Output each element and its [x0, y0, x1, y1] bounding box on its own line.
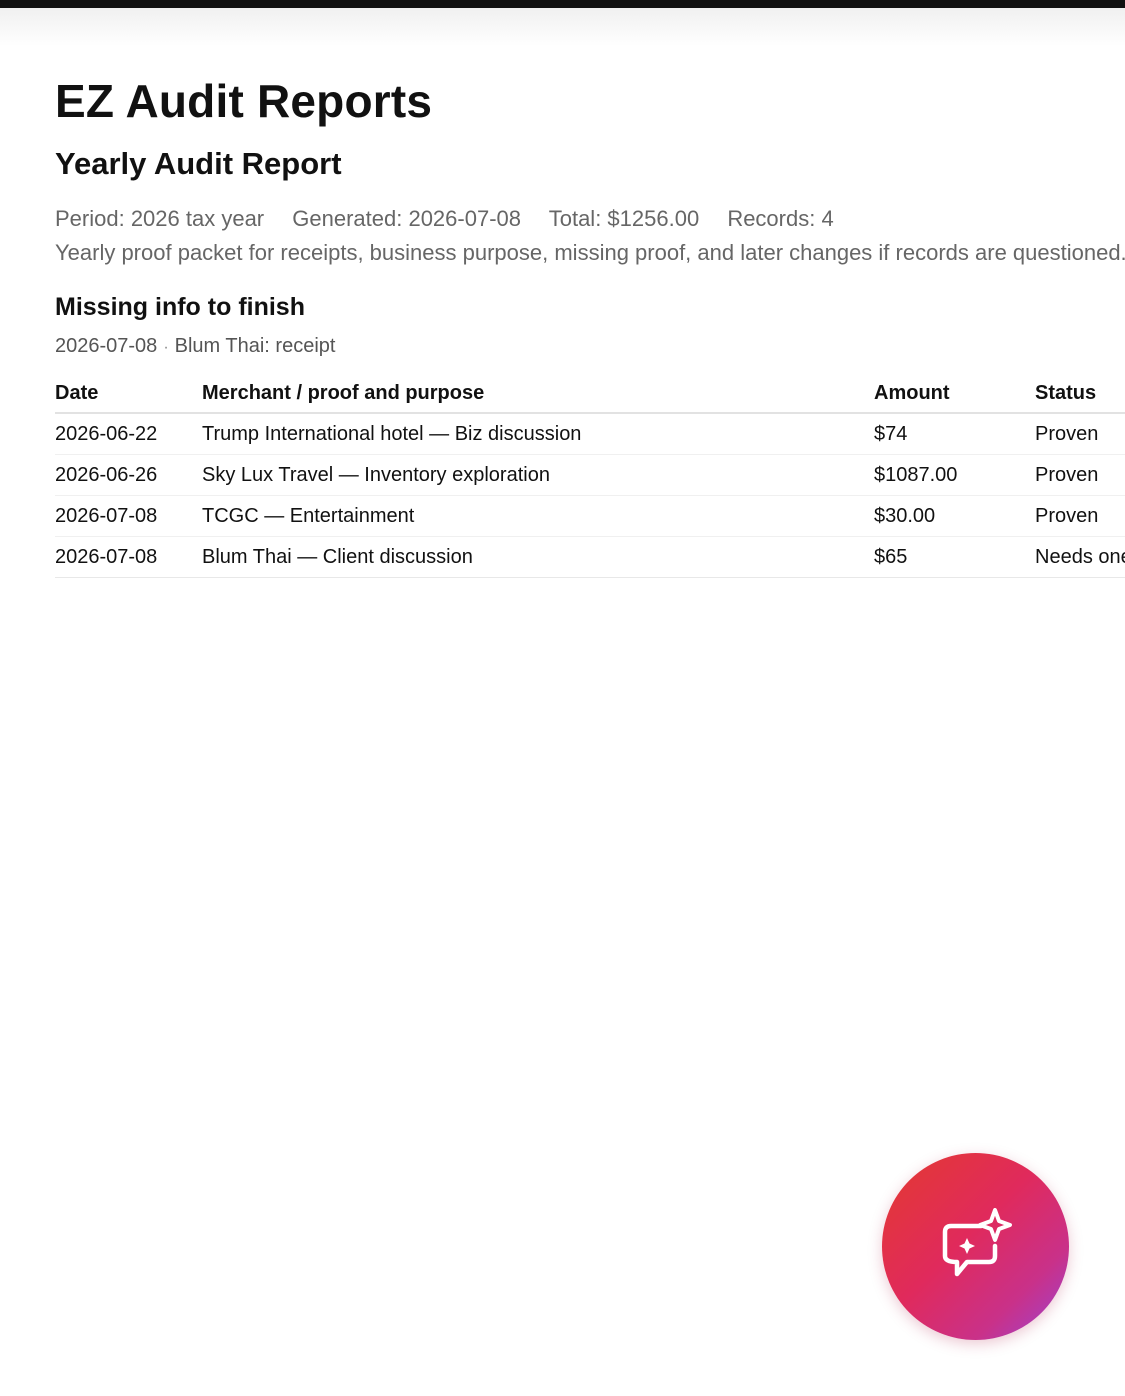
cell-status: Proven	[1035, 495, 1125, 537]
cell-date: 2026-06-22	[55, 413, 202, 455]
missing-info-separator: ·	[163, 339, 169, 356]
report-meta: Period: 2026 tax year Generated: 2026-07…	[55, 204, 1125, 234]
cell-status: Proven	[1035, 454, 1125, 496]
cell-amount: $30.00	[874, 495, 1035, 537]
missing-info-item[interactable]: 2026-07-08 · Blum Thai: receipt	[55, 332, 1125, 362]
column-header-merchant: Merchant / proof and purpose	[202, 374, 874, 414]
report-period: Period: 2026 tax year	[55, 206, 265, 231]
ai-chat-sparkle-icon	[942, 1208, 1012, 1277]
cell-merchant: Trump International hotel — Biz discussi…	[202, 413, 874, 455]
column-header-status: Status	[1035, 374, 1125, 414]
cell-date: 2026-06-26	[55, 454, 202, 496]
app-title: EZ Audit Reports	[55, 75, 433, 127]
cell-amount: $65	[874, 536, 1035, 578]
cell-date: 2026-07-08	[55, 536, 202, 578]
cell-merchant: TCGC — Entertainment	[202, 495, 874, 537]
missing-info-title: Missing info to finish	[55, 293, 305, 321]
missing-info-date: 2026-07-08	[55, 335, 158, 357]
report-records-count: Records: 4	[727, 206, 834, 231]
report-total: Total: $1256.00	[548, 206, 700, 231]
records-table: Date Merchant / proof and purpose Amount…	[55, 374, 1125, 578]
table-row[interactable]: 2026-07-08 TCGC — Entertainment $30.00 P…	[55, 495, 1125, 537]
report-generated: Generated: 2026-07-08	[292, 206, 521, 231]
table-row[interactable]: 2026-06-26 Sky Lux Travel — Inventory ex…	[55, 454, 1125, 496]
cell-status: Proven	[1035, 413, 1125, 455]
table-row[interactable]: 2026-06-22 Trump International hotel — B…	[55, 413, 1125, 455]
column-header-date: Date	[55, 374, 202, 414]
cell-status: Needs one more proof	[1035, 536, 1125, 578]
missing-info-text: Blum Thai: receipt	[174, 335, 336, 357]
report-page: EZ Audit Reports Yearly Audit Report Per…	[55, 70, 1125, 578]
cell-merchant: Sky Lux Travel — Inventory exploration	[202, 454, 874, 496]
cell-amount: $74	[874, 413, 1035, 455]
table-row[interactable]: 2026-07-08 Blum Thai — Client discussion…	[55, 536, 1125, 578]
ai-assistant-button[interactable]	[882, 1153, 1069, 1340]
cell-amount: $1087.00	[874, 454, 1035, 496]
table-header-row: Date Merchant / proof and purpose Amount…	[55, 374, 1125, 414]
top-shadow	[0, 8, 1125, 46]
top-status-bar	[0, 0, 1125, 8]
column-header-amount: Amount	[874, 374, 1035, 414]
report-title: Yearly Audit Report	[55, 146, 342, 181]
report-description: Yearly proof packet for receipts, busine…	[55, 240, 1125, 265]
cell-date: 2026-07-08	[55, 495, 202, 537]
cell-merchant: Blum Thai — Client discussion	[202, 536, 874, 578]
